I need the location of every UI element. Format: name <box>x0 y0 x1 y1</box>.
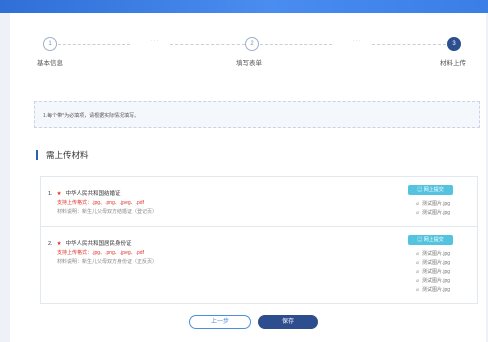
file-name: 测试图片.jpg <box>422 278 451 284</box>
paperclip-icon: ⌀ <box>416 260 420 266</box>
item-number: 2. <box>48 241 53 247</box>
upload-icon: ▤ <box>417 187 423 193</box>
file-link[interactable]: ⌀ 测试图片.jpg <box>416 200 450 209</box>
step-3-circle: 3 <box>447 37 461 51</box>
item-description: 材料说明：新生儿父母双方身份证（正反页） <box>57 259 158 265</box>
file-list: ⌀ 测试图片.jpg ⌀ 测试图片.jpg ⌀ 测试图片.jpg ⌀ 测试图片.jpg … <box>416 250 450 295</box>
upload-button-label: 网上提交 <box>423 187 444 193</box>
step-3-label: 材料上传 <box>440 60 466 67</box>
file-name: 测试图片.jpg <box>422 251 451 257</box>
save-button[interactable]: 保存 <box>258 315 318 329</box>
material-list: 1. ★ 中华人民共和国结婚证 支持上传格式：.jpg、.png、.jpeg、.pd… <box>40 176 478 304</box>
item-title-row: 1. ★ 中华人民共和国结婚证 <box>48 189 121 197</box>
step-connector <box>58 44 130 45</box>
upload-button-label: 网上提交 <box>423 237 444 243</box>
paperclip-icon: ⌀ <box>416 251 420 257</box>
item-title: 中华人民共和国居民身份证 <box>65 241 132 247</box>
item-number: 1. <box>48 191 53 197</box>
paperclip-icon: ⌀ <box>416 278 420 284</box>
file-link[interactable]: ⌀ 测试图片.jpg <box>416 286 450 295</box>
upload-button[interactable]: ▤ 网上提交 <box>408 185 453 195</box>
main-card: ··· ··· 1 2 3 基本信息 填写表单 材料上传 1.每个带*为必填项，… <box>10 13 486 342</box>
file-link[interactable]: ⌀ 测试图片.jpg <box>416 277 450 286</box>
file-link[interactable]: ⌀ 测试图片.jpg <box>416 259 450 268</box>
step-dots: ··· <box>353 38 361 44</box>
file-list: ⌀ 测试图片.jpg ⌀ 测试图片.jpg <box>416 200 450 218</box>
file-name: 测试图片.jpg <box>422 287 451 293</box>
step-1-circle: 1 <box>43 37 57 51</box>
required-icon: ★ <box>56 241 62 247</box>
item-title: 中华人民共和国结婚证 <box>65 191 121 197</box>
step-connector <box>170 44 245 45</box>
list-item: 1. ★ 中华人民共和国结婚证 支持上传格式：.jpg、.png、.jpeg、.pd… <box>41 177 477 227</box>
item-file-types: 支持上传格式：.jpg、.png、.jpeg、.pdf <box>57 250 144 256</box>
list-item: 2. ★ 中华人民共和国居民身份证 支持上传格式：.jpg、.png、.jpeg、.… <box>41 227 477 304</box>
file-name: 测试图片.jpg <box>422 210 451 216</box>
file-name: 测试图片.jpg <box>422 269 451 275</box>
section-title: 需上传材料 <box>36 150 89 160</box>
prev-button[interactable]: 上一步 <box>189 315 251 329</box>
required-icon: ★ <box>56 191 62 197</box>
file-link[interactable]: ⌀ 测试图片.jpg <box>416 250 450 259</box>
item-description: 材料说明：新生儿父母双方结婚证（登记页） <box>57 209 158 215</box>
file-name: 测试图片.jpg <box>422 260 451 266</box>
upload-icon: ▤ <box>417 237 423 243</box>
paperclip-icon: ⌀ <box>416 269 420 275</box>
tip-box: 1.每个带*为必填项，请根据实际情况填写。 <box>34 101 480 128</box>
paperclip-icon: ⌀ <box>416 201 420 207</box>
file-link[interactable]: ⌀ 测试图片.jpg <box>416 268 450 277</box>
step-connector <box>260 44 332 45</box>
step-2-circle: 2 <box>245 37 259 51</box>
file-link[interactable]: ⌀ 测试图片.jpg <box>416 209 450 218</box>
step-connector <box>372 44 446 45</box>
item-title-row: 2. ★ 中华人民共和国居民身份证 <box>48 239 132 247</box>
step-2-label: 填写表单 <box>236 60 262 67</box>
upload-button[interactable]: ▤ 网上提交 <box>408 235 453 245</box>
paperclip-icon: ⌀ <box>416 210 420 216</box>
step-1-label: 基本信息 <box>37 60 63 67</box>
item-file-types: 支持上传格式：.jpg、.png、.jpeg、.pdf <box>57 200 144 206</box>
step-indicator: ··· ··· 1 2 3 基本信息 填写表单 材料上传 <box>10 37 486 77</box>
header-banner <box>0 0 488 13</box>
paperclip-icon: ⌀ <box>416 287 420 293</box>
file-name: 测试图片.jpg <box>422 201 451 207</box>
step-dots: ··· <box>151 38 159 44</box>
